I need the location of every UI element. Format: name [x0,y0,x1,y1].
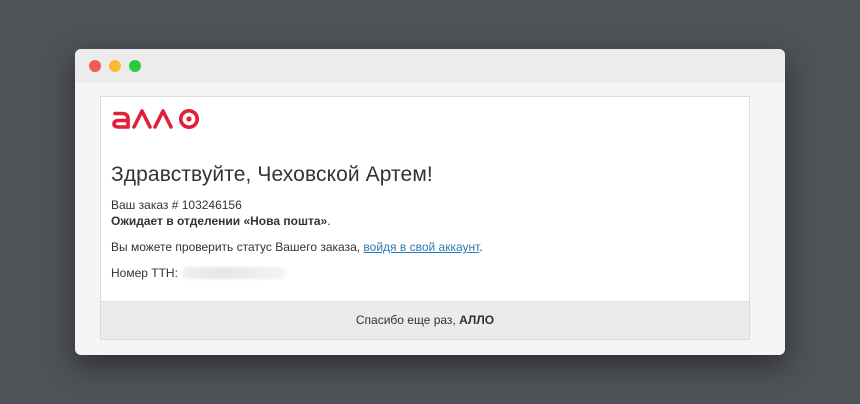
email-body: Здравствуйте, Чеховской Артем! Ваш заказ… [100,96,750,340]
minimize-window-button[interactable] [109,60,121,72]
order-number: 103246156 [181,198,242,212]
footer-text: Спасибо еще раз, [355,313,460,327]
email-footer: Спасибо еще раз, АЛЛО [101,301,749,339]
ttn-line: Номер ТТН: [111,266,286,280]
greeting-heading: Здравствуйте, Чеховской Артем! [111,163,433,186]
check-status-line: Вы можете проверить статус Вашего заказа… [111,240,483,254]
check-status-text: Вы можете проверить статус Вашего заказа… [111,240,364,254]
close-window-button[interactable] [89,60,101,72]
order-prefix: Ваш заказ # [111,198,182,212]
order-status-end: . [327,214,331,228]
order-number-line: Ваш заказ # 103246156 [111,198,242,212]
order-status-line: Ожидает в отделении «Нова пошта». [111,214,331,228]
email-window: Здравствуйте, Чеховской Артем! Ваш заказ… [75,49,785,355]
ttn-label: Номер ТТН: [111,266,178,280]
account-login-link[interactable]: войдя в свой аккаунт [363,240,479,254]
check-status-end: . [479,240,483,254]
order-status: Ожидает в отделении «Нова пошта» [111,214,328,228]
footer-brand: АЛЛО [459,313,495,327]
window-titlebar [75,49,785,82]
allo-logo [112,109,200,129]
zoom-window-button[interactable] [129,60,141,72]
ttn-redacted-value [181,267,286,279]
